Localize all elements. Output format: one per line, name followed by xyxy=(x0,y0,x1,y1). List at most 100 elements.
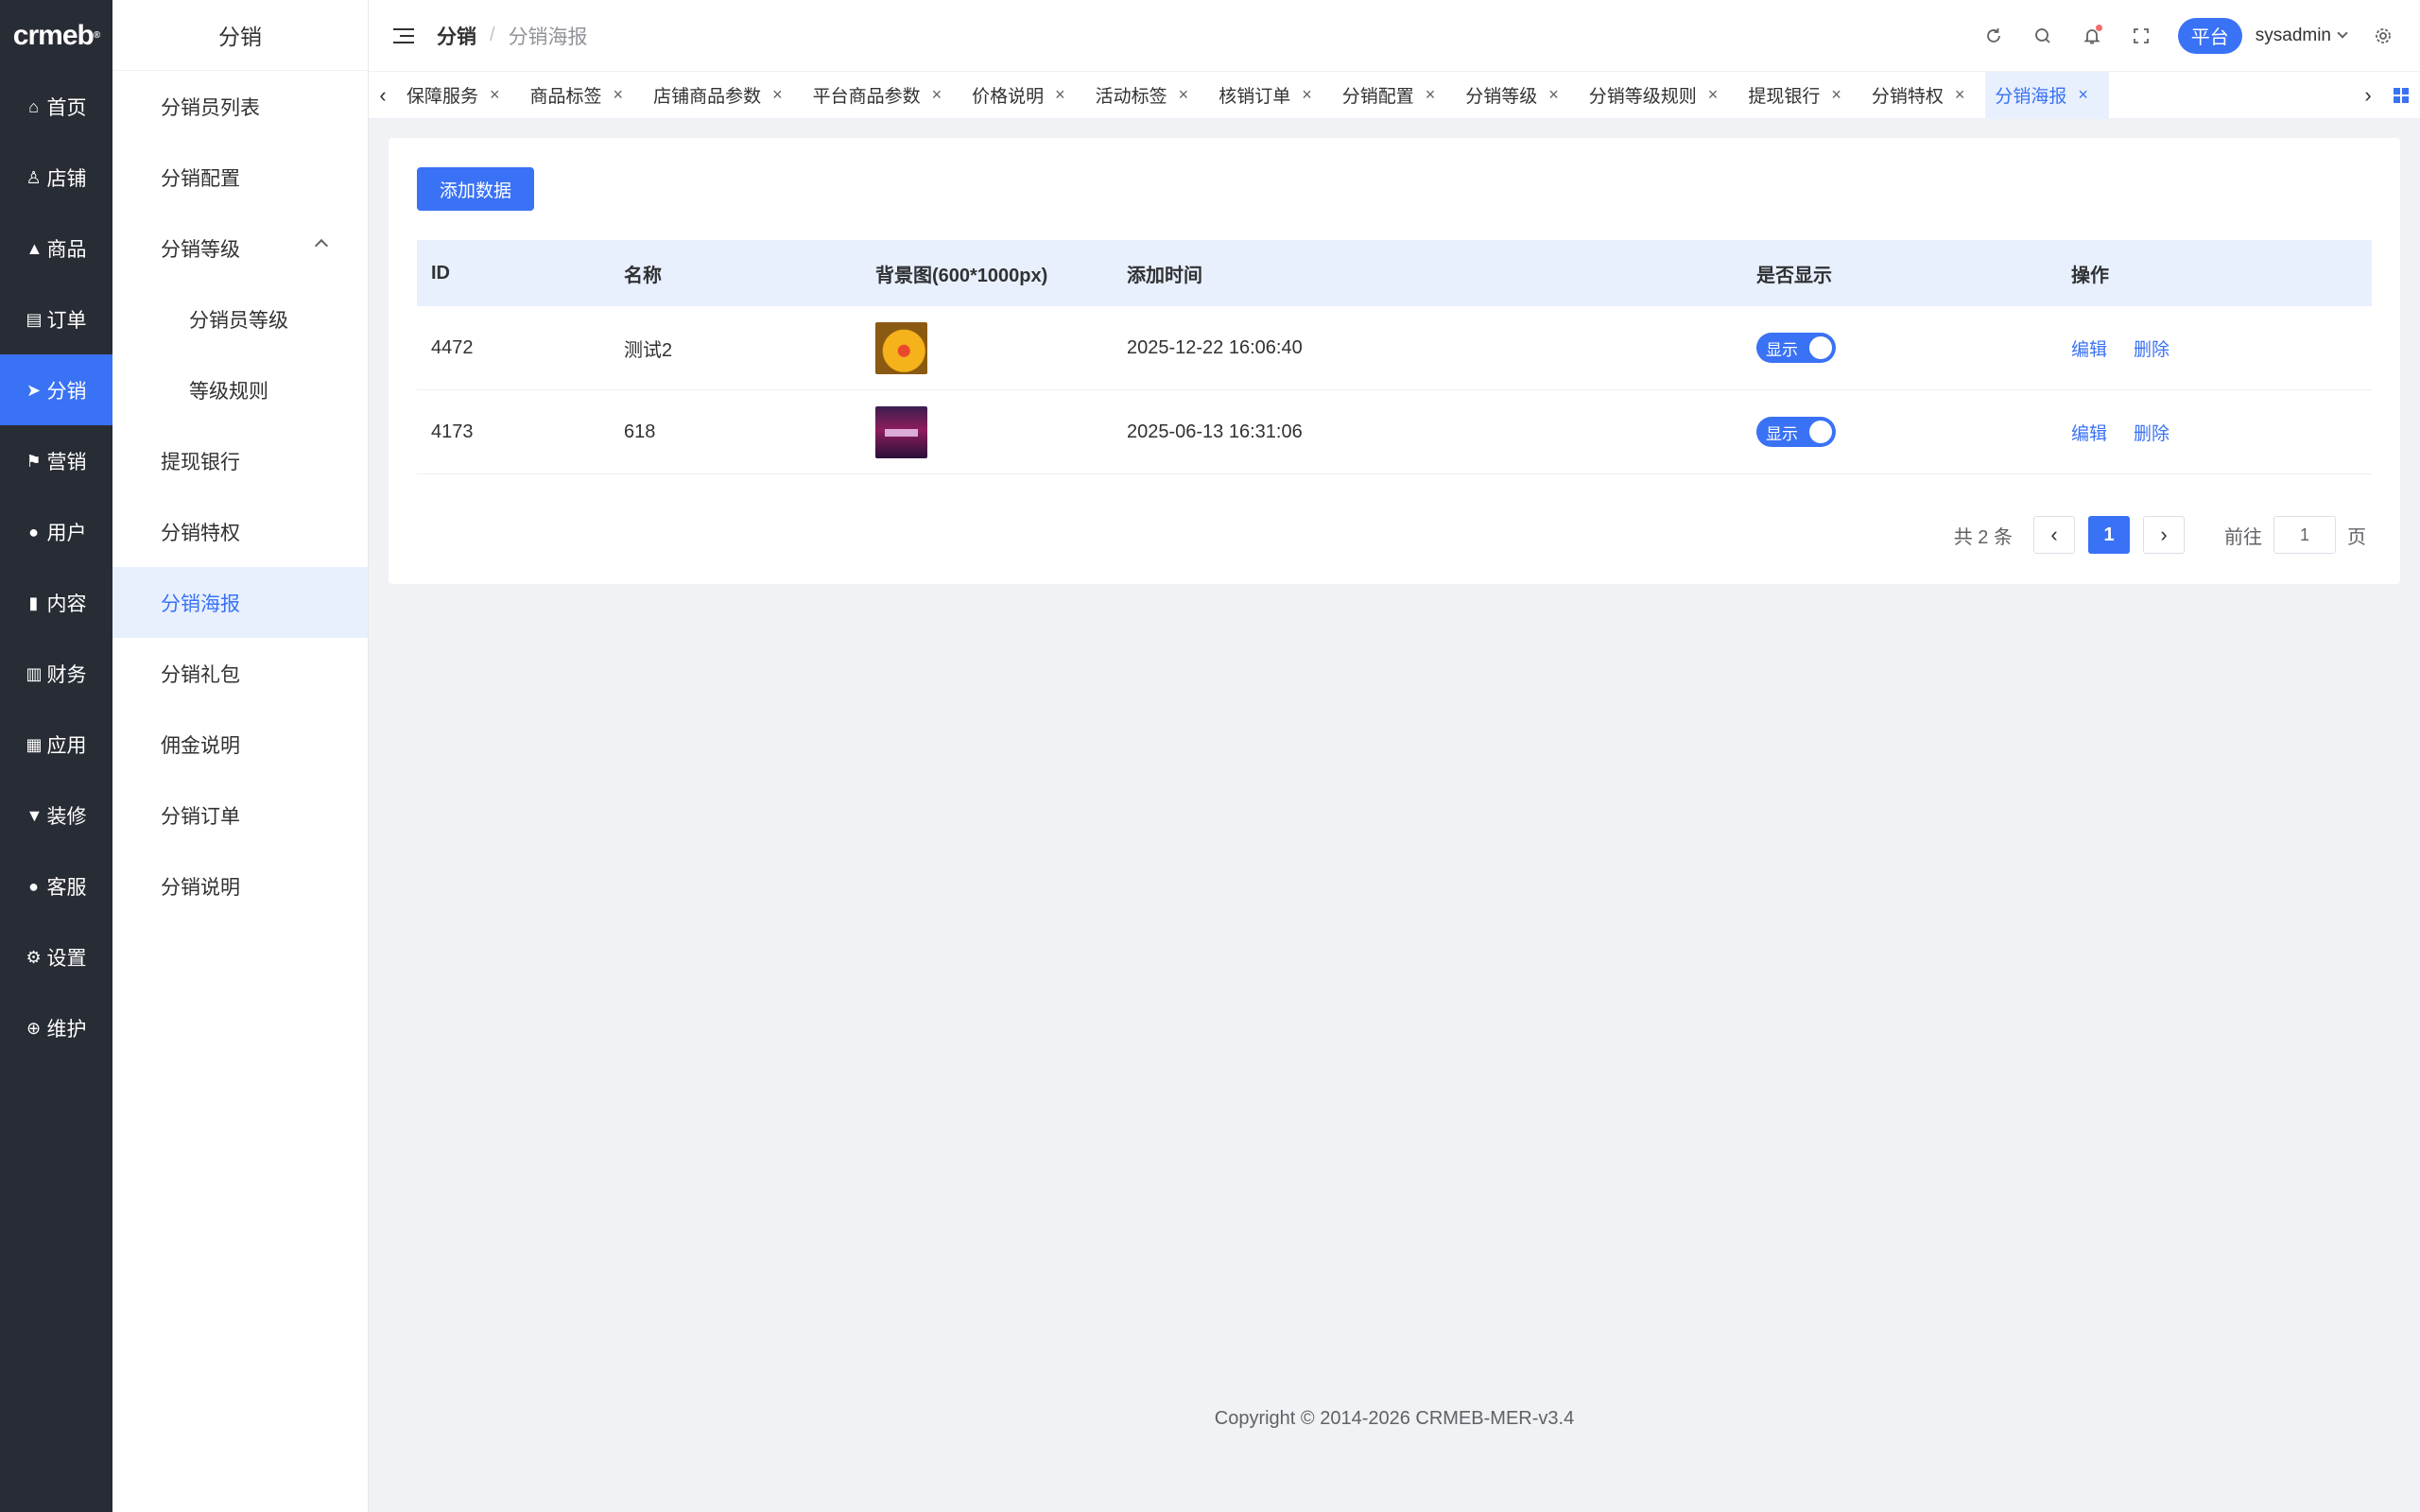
rail-item-9[interactable]: ▥ 财务 xyxy=(0,638,112,709)
close-icon[interactable]: × xyxy=(490,85,500,105)
sidebar-item-3[interactable]: 分销等级 xyxy=(112,213,368,284)
rail-item-7[interactable]: ● 用户 xyxy=(0,496,112,567)
cell-background xyxy=(861,321,1113,374)
rail-item-label: 店铺 xyxy=(46,167,87,190)
column-header-time: 添加时间 xyxy=(1127,265,1202,286)
apps-icon: ▦ xyxy=(26,734,43,754)
tab-2[interactable]: 商品标签 × xyxy=(521,72,645,119)
search-icon[interactable] xyxy=(2031,24,2055,48)
goto-page-input[interactable] xyxy=(2273,516,2336,554)
sidebar-item-label: 分销员等级 xyxy=(189,309,288,332)
collapse-menu-icon[interactable] xyxy=(393,27,414,43)
rail-item-10[interactable]: ▦ 应用 xyxy=(0,709,112,780)
refresh-icon[interactable] xyxy=(1981,24,2006,48)
edit-link[interactable]: 编辑 xyxy=(2071,420,2107,445)
edit-link[interactable]: 编辑 xyxy=(2071,335,2107,361)
close-icon[interactable]: × xyxy=(1548,85,1559,105)
rail-item-8[interactable]: ▮ 内容 xyxy=(0,567,112,638)
close-icon[interactable]: × xyxy=(1708,85,1719,105)
tab-9[interactable]: 分销等级 × xyxy=(1456,72,1580,119)
sidebar-item-9[interactable]: 分销礼包 xyxy=(112,638,368,709)
close-icon[interactable]: × xyxy=(1055,85,1065,105)
tab-8[interactable]: 分销配置 × xyxy=(1333,72,1457,119)
tabs-menu-grid-icon[interactable] xyxy=(2394,87,2409,103)
close-icon[interactable]: × xyxy=(1426,85,1436,105)
close-icon[interactable]: × xyxy=(1302,85,1312,105)
close-icon[interactable]: × xyxy=(1831,85,1841,105)
sidebar-item-8[interactable]: 分销海报 xyxy=(112,567,368,638)
add-data-button[interactable]: 添加数据 xyxy=(417,167,535,211)
cell-visible: 显示 xyxy=(1742,333,2057,363)
rail-item-label: 分销 xyxy=(46,380,87,403)
sidebar-item-label: 提现银行 xyxy=(161,451,240,473)
column-header-id: ID xyxy=(431,262,450,284)
rail-item-4[interactable]: ▤ 订单 xyxy=(0,284,112,354)
maintenance-icon: ⊕ xyxy=(26,1018,42,1038)
close-icon[interactable]: × xyxy=(2078,85,2088,105)
tab-label: 分销海报 xyxy=(1995,87,2067,107)
username[interactable]: sysadmin xyxy=(2256,26,2331,46)
fullscreen-icon[interactable] xyxy=(2129,24,2153,48)
column-header-name: 名称 xyxy=(624,265,662,286)
tab-10[interactable]: 分销等级规则 × xyxy=(1580,72,1739,119)
sidebar-item-1[interactable]: 分销员列表 xyxy=(112,71,368,142)
tab-12[interactable]: 分销特权 × xyxy=(1862,72,1986,119)
tab-3[interactable]: 店铺商品参数 × xyxy=(644,72,804,119)
delete-link[interactable]: 删除 xyxy=(2134,420,2169,445)
close-icon[interactable]: × xyxy=(1179,85,1189,105)
tab-4[interactable]: 平台商品参数 × xyxy=(804,72,963,119)
close-icon[interactable]: × xyxy=(1955,85,1965,105)
sidebar-item-10[interactable]: 佣金说明 xyxy=(112,709,368,780)
tab-7[interactable]: 核销订单 × xyxy=(1209,72,1333,119)
sidebar-item-11[interactable]: 分销订单 xyxy=(112,780,368,850)
rail-item-13[interactable]: ⚙ 设置 xyxy=(0,921,112,992)
main-nav-rail: crmeb ® ⌂ 首页 ♙ 店铺 ▲ 商品 ▤ 订单 ➤ 分销 ⚑ 营销 ● 用户 ▮ 内容 ▥ 财务 ▦ 应用 ▼ 装修… xyxy=(0,0,112,1512)
tab-label: 分销配置 xyxy=(1341,87,1414,107)
rail-item-11[interactable]: ▼ 装修 xyxy=(0,780,112,850)
rail-item-3[interactable]: ▲ 商品 xyxy=(0,213,112,284)
crmeb-logo[interactable]: crmeb ® xyxy=(0,0,112,71)
tab-13[interactable]: 分销海报 × xyxy=(1985,71,2109,119)
rail-item-5[interactable]: ➤ 分销 xyxy=(0,354,112,425)
platform-badge[interactable]: 平台 xyxy=(2177,17,2242,54)
tab-6[interactable]: 活动标签 × xyxy=(1086,72,1210,119)
rail-item-label: 维护 xyxy=(46,1018,87,1040)
poster-thumbnail[interactable] xyxy=(875,405,927,458)
rail-item-6[interactable]: ⚑ 营销 xyxy=(0,425,112,496)
visibility-switch[interactable]: 显示 xyxy=(1756,417,1836,447)
sidebar-item-2[interactable]: 分销配置 xyxy=(112,142,368,213)
cell-time: 2025-06-13 16:31:06 xyxy=(1127,421,1303,442)
page-number-current[interactable]: 1 xyxy=(2088,516,2130,554)
rail-item-14[interactable]: ⊕ 维护 xyxy=(0,992,112,1063)
delete-link[interactable]: 删除 xyxy=(2134,335,2169,361)
next-page-icon[interactable]: › xyxy=(2143,516,2185,554)
close-icon[interactable]: × xyxy=(932,85,942,105)
sidebar-item-7[interactable]: 分销特权 xyxy=(112,496,368,567)
tab-11[interactable]: 提现银行 × xyxy=(1738,72,1862,119)
breadcrumb-main[interactable]: 分销 xyxy=(437,22,476,50)
theme-settings-icon[interactable] xyxy=(2371,24,2395,48)
breadcrumb-separator: / xyxy=(490,25,495,45)
tabs-scroll-left-icon[interactable]: ‹ xyxy=(369,72,397,119)
sidebar-item-5[interactable]: 等级规则 xyxy=(112,354,368,425)
rail-item-2[interactable]: ♙ 店铺 xyxy=(0,142,112,213)
table-row: 4472 测试2 2025-12-22 16:06:40 显示 编辑 删除 xyxy=(417,306,2372,390)
tab-5[interactable]: 价格说明 × xyxy=(962,72,1086,119)
visibility-switch[interactable]: 显示 xyxy=(1756,333,1836,363)
breadcrumb-current: 分销海报 xyxy=(508,26,588,48)
tabs-scroll-right-icon[interactable]: › xyxy=(2354,72,2382,119)
marketing-icon: ⚑ xyxy=(26,451,42,471)
sidebar-item-4[interactable]: 分销员等级 xyxy=(112,284,368,354)
sidebar-item-6[interactable]: 提现银行 xyxy=(112,425,368,496)
close-icon[interactable]: × xyxy=(614,85,624,105)
poster-thumbnail[interactable] xyxy=(875,321,927,374)
rail-item-label: 设置 xyxy=(46,947,87,970)
chevron-down-icon[interactable] xyxy=(2337,27,2348,39)
prev-page-icon[interactable]: ‹ xyxy=(2033,516,2075,554)
rail-item-12[interactable]: ● 客服 xyxy=(0,850,112,921)
rail-item-1[interactable]: ⌂ 首页 xyxy=(0,71,112,142)
bell-icon[interactable] xyxy=(2080,24,2104,48)
close-icon[interactable]: × xyxy=(772,85,783,105)
sidebar-item-12[interactable]: 分销说明 xyxy=(112,850,368,921)
tab-1[interactable]: 保障服务 × xyxy=(397,72,521,119)
